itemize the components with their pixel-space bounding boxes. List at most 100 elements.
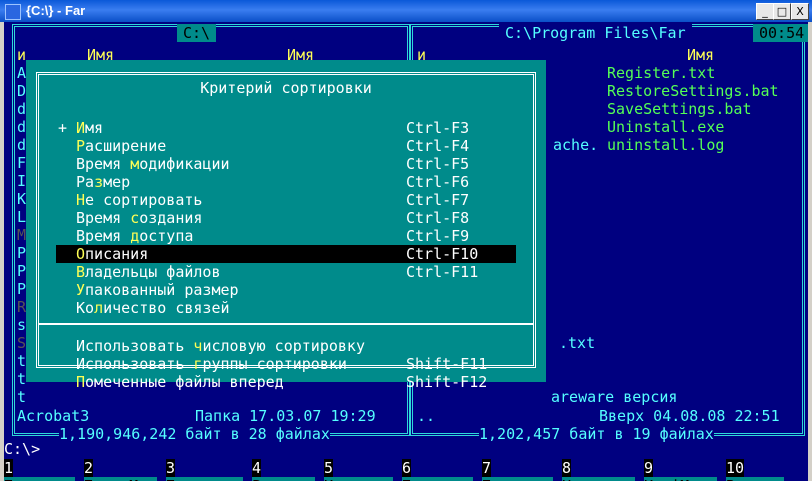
menu-item-hotkey-letter: з — [94, 173, 104, 191]
left-file-row[interactable]: K — [17, 190, 26, 208]
sort-option-item[interactable]: Расширение Ctrl-F4 — [56, 137, 526, 155]
fkey-number: 6 — [402, 459, 412, 477]
left-file-row[interactable]: D — [17, 82, 26, 100]
fkey-1-button[interactable]: 1Помощь — [4, 459, 84, 481]
menu-item-shortcut: Ctrl-F11 — [406, 263, 479, 281]
left-file-row[interactable]: L — [17, 208, 26, 226]
command-prompt[interactable]: C:\> — [4, 440, 40, 458]
maximize-button[interactable]: □ — [773, 3, 791, 20]
fkey-9-button[interactable]: 9КонфМн — [644, 459, 726, 481]
sort-setting-item[interactable]: Помеченные файлы вперед Shift-F12 — [56, 373, 526, 391]
left-file-row[interactable]: F — [17, 154, 26, 172]
left-footer-name: Acrobat3 — [17, 407, 90, 425]
left-file-row[interactable]: t — [17, 352, 26, 370]
fkey-label: Просм — [166, 477, 243, 481]
fkey-label: ПользМ — [84, 477, 157, 481]
menu-item-hotkey-letter: П — [76, 373, 86, 391]
sort-option-item[interactable]: Владельцы файлов Ctrl-F11 — [56, 263, 526, 281]
menu-item-label: Количество связей — [76, 299, 230, 317]
menu-item-hotkey-letter: И — [76, 119, 86, 137]
left-file-row[interactable]: d — [17, 118, 26, 136]
left-file-row[interactable]: t — [17, 370, 26, 388]
sort-option-item[interactable]: Время доступа Ctrl-F9 — [56, 227, 526, 245]
sort-option-item[interactable]: + Имя Ctrl-F3 — [56, 119, 526, 137]
fkey-number: 9 — [644, 459, 654, 477]
fkey-label: Копир — [324, 477, 393, 481]
fkey-7-button[interactable]: 7Папка — [482, 459, 562, 481]
right-file-row[interactable]: RestoreSettings.bat — [607, 82, 779, 100]
right-footer-name: .. — [417, 407, 436, 425]
left-file-row[interactable]: t — [17, 388, 26, 406]
fkey-6-button[interactable]: 6Перен — [402, 459, 482, 481]
window-titlebar[interactable]: {C:\} - Far _ □ X — [0, 0, 812, 22]
minimize-button[interactable]: _ — [756, 3, 774, 20]
far-console: C:\ и Имя Имя ADdddFIKLMPPPRsSttt Acroba… — [4, 22, 808, 481]
menu-item-label: Описания — [76, 245, 149, 263]
menu-item-shortcut: Ctrl-F7 — [406, 191, 470, 209]
menu-item-label: Владельцы файлов — [76, 263, 221, 281]
menu-item-shortcut: Ctrl-F5 — [406, 155, 470, 173]
fkey-2-button[interactable]: 2ПользМ — [84, 459, 166, 481]
right-partial-name-2: .txt — [559, 334, 596, 352]
fkey-label: Выход — [726, 477, 784, 481]
sort-option-item[interactable]: Упакованный размер — [56, 281, 526, 299]
function-key-bar: 1Помощь2ПользМ3Просм4Редакт5Копир6Перен7… — [4, 459, 808, 481]
left-file-row[interactable]: A — [17, 64, 26, 82]
menu-item-hotkey-letter: с — [130, 209, 140, 227]
window-border-right — [808, 22, 812, 481]
sort-option-item[interactable]: Количество связей — [56, 299, 526, 317]
right-file-row[interactable]: Uninstall.exe — [607, 118, 724, 136]
right-partial-name-1: ache. — [553, 136, 599, 154]
sort-option-item[interactable]: Не сортировать Ctrl-F7 — [56, 191, 526, 209]
fkey-number: 8 — [562, 459, 572, 477]
left-file-row[interactable]: S — [17, 334, 26, 352]
fkey-3-button[interactable]: 3Просм — [166, 459, 252, 481]
left-file-row[interactable]: s — [17, 316, 26, 334]
left-col-n-header: и — [17, 46, 27, 64]
dialog-separator — [39, 323, 533, 325]
left-file-row[interactable]: d — [17, 136, 26, 154]
fkey-10-button[interactable]: 10Выход — [726, 459, 802, 481]
fkey-4-button[interactable]: 4Редакт — [252, 459, 324, 481]
close-button[interactable]: X — [791, 3, 809, 20]
sort-option-item[interactable]: Время модификации Ctrl-F5 — [56, 155, 526, 173]
left-file-row[interactable]: M — [17, 226, 26, 244]
right-panel-path: C:\Program Files\Far — [499, 24, 692, 42]
menu-item-label: Использовать числовую сортировку — [76, 337, 365, 355]
right-file-row[interactable]: uninstall.log — [607, 136, 724, 154]
sort-setting-item[interactable]: Использовать числовую сортировку — [56, 337, 526, 355]
right-panel-total: 1,202,457 байт в 19 файлах — [479, 425, 714, 443]
left-panel-path: C:\ — [177, 24, 217, 42]
left-file-row[interactable]: P — [17, 262, 26, 280]
left-file-row[interactable]: P — [17, 280, 26, 298]
left-file-row[interactable]: R — [17, 298, 26, 316]
sort-criteria-dialog[interactable]: Критерий сортировки + Имя Ctrl-F3 Расширени… — [26, 60, 546, 391]
menu-item-label: Имя — [76, 119, 104, 137]
menu-item-hotkey-letter: л — [94, 299, 104, 317]
fkey-label: Редакт — [252, 477, 315, 481]
selected-check-mark: + — [58, 119, 68, 137]
menu-item-hotkey-letter: Р — [76, 137, 86, 155]
fkey-8-button[interactable]: 8Удален — [562, 459, 644, 481]
menu-item-label: Не сортировать — [76, 191, 203, 209]
fkey-number: 7 — [482, 459, 492, 477]
menu-item-hotkey-letter: О — [76, 245, 86, 263]
fkey-5-button[interactable]: 5Копир — [324, 459, 402, 481]
menu-item-shortcut: Ctrl-F3 — [406, 119, 470, 137]
sort-setting-item[interactable]: Использовать группы сортировки Shift-F11 — [56, 355, 526, 373]
dialog-title: Критерий сортировки — [26, 79, 546, 97]
sort-option-item[interactable]: Размер Ctrl-F6 — [56, 173, 526, 191]
right-file-row[interactable]: SaveSettings.bat — [607, 100, 752, 118]
right-file-row[interactable]: Register.txt — [607, 64, 715, 82]
left-file-row[interactable]: d — [17, 100, 26, 118]
menu-item-shortcut: Ctrl-F10 — [406, 245, 479, 263]
fkey-label: Удален — [562, 477, 635, 481]
left-file-row[interactable]: P — [17, 244, 26, 262]
fkey-label: КонфМн — [644, 477, 717, 481]
fkey-number: 2 — [84, 459, 94, 477]
sort-option-item[interactable]: Описания Ctrl-F10 — [56, 245, 516, 263]
left-file-row[interactable]: I — [17, 172, 26, 190]
fkey-number: 4 — [252, 459, 262, 477]
sort-option-item[interactable]: Время создания Ctrl-F8 — [56, 209, 526, 227]
menu-item-label: Время модификации — [76, 155, 230, 173]
